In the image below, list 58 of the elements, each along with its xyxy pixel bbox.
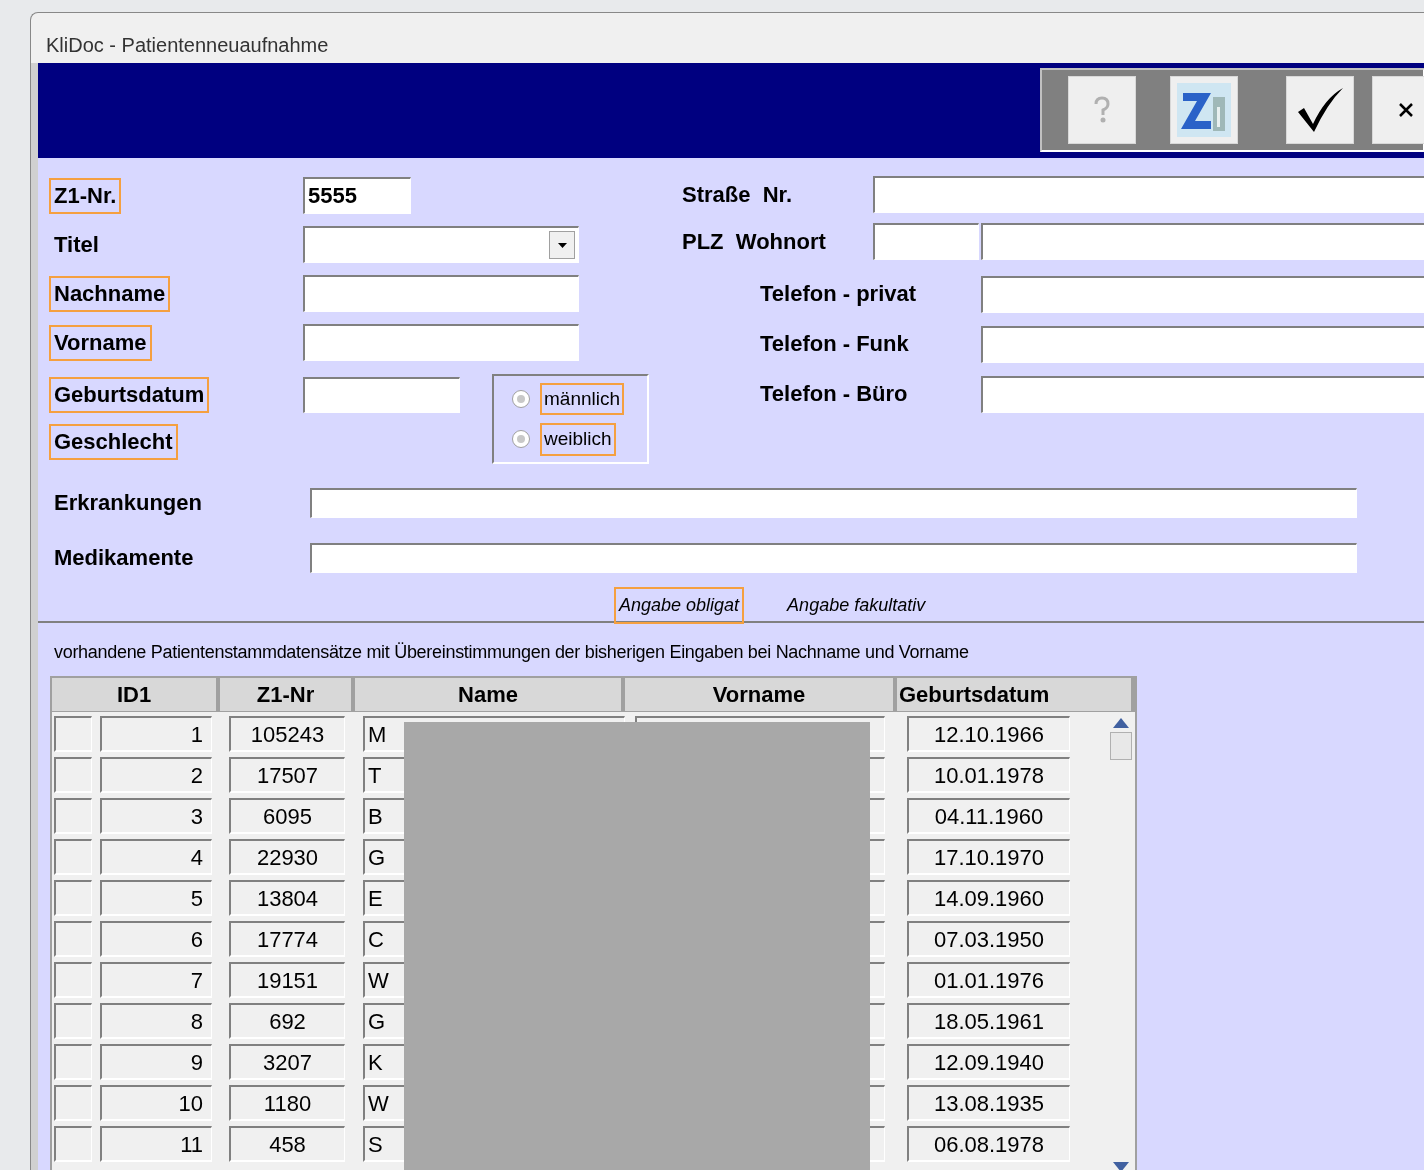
table-cell: 19151: [229, 962, 345, 998]
field-label: Geschlecht: [49, 424, 178, 460]
table-cell: 18.05.1961: [907, 1003, 1070, 1039]
field-label: PLZ Wohnort: [681, 227, 827, 256]
field-label: Telefon - Büro: [759, 380, 909, 408]
table-cell: 12.10.1966: [907, 716, 1070, 752]
field-label: Vorname: [49, 324, 152, 361]
table-caption: vorhandene Patientenstammdatensätze mit Übereinstimmungen der bisherigen Eingaben bei Nachname und Vorname: [54, 641, 970, 664]
table-cell: 3: [100, 798, 212, 834]
table-cell: 22930: [229, 839, 345, 875]
table-cell: 7: [100, 962, 212, 998]
field-label: Telefon - Funk: [759, 330, 910, 358]
table-cell: 10: [100, 1085, 212, 1121]
table-cell: 2: [100, 757, 212, 793]
column-header: ID1: [52, 678, 220, 711]
field-label: Geburtsdatum: [49, 376, 210, 413]
table-cell: 3207: [229, 1044, 345, 1080]
table-cell: 11: [100, 1126, 212, 1162]
table-cell: 105243: [229, 716, 345, 752]
table-cell: 6095: [229, 798, 345, 834]
table-cell: 8: [100, 1003, 212, 1039]
table-cell: 6: [100, 921, 212, 957]
column-header: Geburtsdatum: [897, 678, 1135, 711]
table-cell: 10.01.1978: [907, 757, 1070, 793]
table-cell: 17507: [229, 757, 345, 793]
table-cell: 04.11.1960: [907, 798, 1070, 834]
table-cell: 13804: [229, 880, 345, 916]
column-header: Vorname: [625, 678, 897, 711]
radio-label: weiblich: [540, 423, 616, 456]
table-cell: 458: [229, 1126, 345, 1162]
table-cell: 692: [229, 1003, 345, 1039]
table-cell: 14.09.1960: [907, 880, 1070, 916]
table-cell: 17774: [229, 921, 345, 957]
field-label: Z1-Nr.: [49, 177, 122, 214]
table-cell: 06.08.1978: [907, 1126, 1070, 1162]
table-cell: 07.03.1950: [907, 921, 1070, 957]
field-label: Telefon - privat: [759, 280, 918, 308]
table-cell: 17.10.1970: [907, 839, 1070, 875]
field-label: Straße Nr.: [681, 180, 794, 209]
table-cell: 5: [100, 880, 212, 916]
legend-label: Angabe fakultativ: [785, 594, 927, 617]
table-cell: 12.09.1940: [907, 1044, 1070, 1080]
radio-label: männlich: [540, 382, 625, 415]
field-label: Titel: [53, 230, 100, 259]
table-cell: 1: [100, 716, 212, 752]
column-header: Z1-Nr: [220, 678, 355, 711]
field-label: Erkrankungen: [53, 488, 203, 517]
table-cell: 01.01.1976: [907, 962, 1070, 998]
table-cell: 1180: [229, 1085, 345, 1121]
field-label: Nachname: [49, 275, 171, 312]
window-title: KliDoc - Patientenneuaufnahme: [46, 33, 329, 58]
table-cell: 13.08.1935: [907, 1085, 1070, 1121]
field-label: Medikamente: [53, 543, 195, 572]
table-cell: 9: [100, 1044, 212, 1080]
column-header: Name: [355, 678, 625, 711]
legend-label: Angabe obligat: [614, 587, 745, 624]
table-cell: 4: [100, 839, 212, 875]
text-field[interactable]: 5555: [303, 177, 411, 214]
